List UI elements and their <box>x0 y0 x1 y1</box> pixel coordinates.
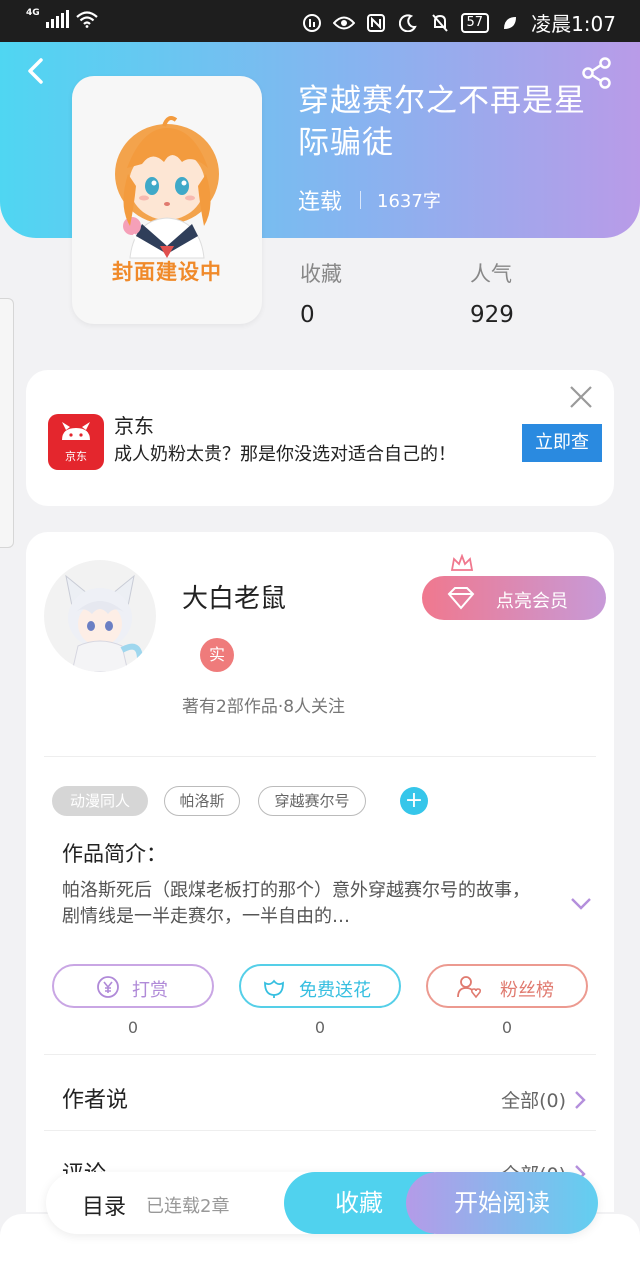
divider <box>44 1054 596 1055</box>
reward-label: 打赏 <box>132 980 168 1001</box>
author-name[interactable]: 大白老鼠 <box>182 578 286 615</box>
verified-badge: 实 <box>200 638 234 672</box>
divider <box>44 1130 596 1131</box>
chevron-right-icon <box>575 1090 586 1109</box>
serial-status: 连载 <box>298 190 343 215</box>
favorites-value: 0 <box>300 302 315 328</box>
eye-icon <box>332 12 355 34</box>
network-type: 4G <box>26 8 40 18</box>
add-tag-button[interactable]: + <box>400 787 428 815</box>
book-cover[interactable]: 封面建设中 <box>72 76 262 324</box>
fans-ranking-label: 粉丝榜 <box>500 980 554 1001</box>
bottom-action-bar: 目录 已连载2章 收藏 开始阅读 <box>46 1172 598 1234</box>
status-bar-right: 57 凌晨1:07 <box>301 8 616 37</box>
avatar-illustration <box>65 574 143 672</box>
popularity-value: 929 <box>470 302 514 328</box>
word-count: 1637字 <box>377 191 441 212</box>
ad-close-button[interactable] <box>568 384 594 410</box>
yen-icon <box>97 976 119 998</box>
flower-count: 0 <box>314 1018 326 1037</box>
ad-cta-button[interactable]: 立即查 <box>522 424 602 462</box>
wifi-icon <box>75 10 99 28</box>
crown-icon <box>450 554 474 571</box>
ad-text: 成人奶粉太贵？那是你没选对适合自己的！ <box>114 444 456 465</box>
close-icon <box>570 386 592 408</box>
intro-text: 帕洛斯死后（跟煤老板打的那个）意外穿越赛尔号的故事，剧情线是一半走赛尔，一半自由… <box>62 880 530 927</box>
book-meta: 连载 1637字 <box>298 184 441 216</box>
ad-banner[interactable]: 京东 京东 成人奶粉太贵？那是你没选对适合自己的！ 立即查 <box>26 370 614 506</box>
send-flower-label: 免费送花 <box>299 980 371 1001</box>
author-stats: 著有2部作品·8人关注 <box>182 697 346 717</box>
popularity-label: 人气 <box>470 262 512 286</box>
tag-palos[interactable]: 帕洛斯 <box>164 786 240 816</box>
fans-count: 0 <box>501 1018 513 1037</box>
fans-ranking-button[interactable]: 粉丝榜 <box>426 964 588 1008</box>
popularity-stat: 人气 929 <box>470 258 514 328</box>
toc-status: 已连载2章 <box>146 1196 230 1217</box>
favorites-label: 收藏 <box>300 262 342 286</box>
diamond-icon <box>447 587 475 610</box>
intro-heading: 作品简介： <box>62 842 167 866</box>
battery-icon: 57 <box>460 12 490 33</box>
book-title: 穿越赛尔之不再是星际骗徒 <box>298 83 586 161</box>
author-says-all-label: 全部(0) <box>501 1090 566 1112</box>
jd-logo-text: 京东 <box>65 450 87 463</box>
nfc-icon <box>365 12 387 34</box>
author-says-all-button[interactable]: 全部(0) <box>501 1086 586 1113</box>
start-reading-button[interactable]: 开始阅读 <box>406 1172 598 1234</box>
side-drawer-handle[interactable] <box>0 298 14 548</box>
mute-bell-icon <box>429 12 451 34</box>
moon-icon <box>397 12 419 34</box>
clock: 凌晨1:07 <box>531 12 616 36</box>
data-saver-icon <box>301 12 323 34</box>
tag-anime-fanfic[interactable]: 动漫同人 <box>52 786 148 816</box>
status-bar-left: 4G <box>26 8 99 28</box>
signal-icon <box>45 10 69 28</box>
status-bar: 4G 57 凌晨1:07 <box>0 0 640 42</box>
ad-brand: 京东 <box>114 414 154 438</box>
vip-button-label: 点亮会员 <box>496 591 568 612</box>
cover-illustration <box>115 116 219 259</box>
meta-divider <box>360 191 362 209</box>
expand-intro-button[interactable] <box>570 896 592 915</box>
jd-logo-icon: 京东 <box>48 414 104 470</box>
divider <box>44 756 596 757</box>
vip-button[interactable]: 点亮会员 <box>422 554 606 620</box>
flower-icon <box>264 979 284 998</box>
author-says-title: 作者说 <box>62 1088 129 1113</box>
back-arrow-icon <box>28 58 43 84</box>
author-card: 大白老鼠 实 著有2部作品·8人关注 点亮会员 动漫同人 帕洛斯 穿越赛尔号 +… <box>26 532 614 1212</box>
send-flower-button[interactable]: 免费送花 <box>239 964 401 1008</box>
back-button[interactable] <box>22 56 52 86</box>
tag-seer[interactable]: 穿越赛尔号 <box>258 786 366 816</box>
user-heart-icon <box>457 976 482 999</box>
favorites-stat: 收藏 0 <box>300 258 342 328</box>
reward-button[interactable]: 打赏 <box>52 964 214 1008</box>
leaf-icon <box>499 12 521 34</box>
author-avatar[interactable] <box>44 560 156 672</box>
reward-count: 0 <box>127 1018 139 1037</box>
toc-button[interactable]: 目录 <box>82 1189 126 1221</box>
chevron-down-icon <box>571 898 591 910</box>
cover-placeholder-text: 封面建设中 <box>112 260 222 284</box>
